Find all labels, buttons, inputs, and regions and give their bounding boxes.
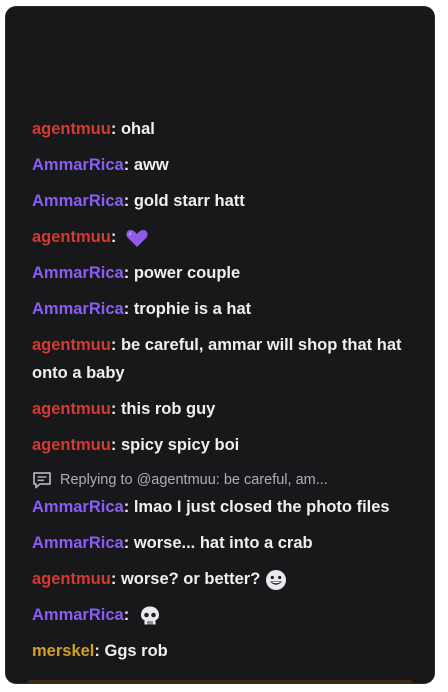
chat-message: AmmarRica: power couple [32, 259, 418, 287]
chat-username[interactable]: AmmarRica [32, 606, 124, 624]
chat-message-text: lmao I just closed the photo files [133, 498, 390, 516]
chat-bottom-divider [28, 680, 412, 683]
username-separator: : [110, 120, 121, 138]
username-separator: : [123, 498, 134, 516]
chat-username[interactable]: agentmuu [32, 228, 111, 246]
chat-username[interactable]: agentmuu [32, 120, 111, 138]
chat-message: merskel: Ggs rob [32, 637, 418, 665]
username-separator: : [123, 192, 134, 210]
chat-message-text: spicy spicy boi [120, 436, 240, 454]
chat-message-text: Ggs rob [104, 642, 168, 660]
chat-username[interactable]: agentmuu [32, 400, 111, 418]
reply-context[interactable]: Replying to @agentmuu: be careful, am... [32, 469, 418, 491]
chat-message: AmmarRica: trophie is a hat [32, 295, 418, 323]
username-separator: : [123, 264, 134, 282]
username-separator: : [110, 228, 121, 246]
chat-username[interactable]: agentmuu [32, 570, 111, 588]
chat-message: agentmuu: this rob guy [32, 395, 418, 423]
chat-username[interactable]: AmmarRica [32, 534, 124, 552]
chat-message-text: power couple [133, 264, 241, 282]
chat-message-text: trophie is a hat [133, 300, 252, 318]
chat-message: agentmuu: worse? or better? [32, 565, 418, 593]
chat-message: AmmarRica: worse... hat into a crab [32, 529, 418, 557]
chat-username[interactable]: agentmuu [32, 436, 111, 454]
username-separator: : [94, 642, 105, 660]
username-separator: : [110, 336, 121, 354]
reply-bubble-icon [33, 472, 51, 489]
chat-username[interactable]: merskel [32, 642, 94, 660]
username-separator: : [123, 156, 134, 174]
chat-username[interactable]: AmmarRica [32, 300, 124, 318]
chat-message: AmmarRica: aww [32, 151, 418, 179]
skull-face-icon [140, 606, 159, 625]
chat-username[interactable]: AmmarRica [32, 192, 124, 210]
chat-message: agentmuu: ohal [32, 115, 418, 143]
chat-message-list[interactable]: agentmuu: ohal AmmarRica: aww AmmarRica: g… [6, 108, 434, 673]
chat-username[interactable]: AmmarRica [32, 156, 124, 174]
chat-message-text: gold starr hatt [133, 192, 245, 210]
reply-context-text: Replying to @agentmuu: be careful, am... [60, 472, 328, 488]
chat-message: AmmarRica: [32, 601, 418, 629]
username-separator: : [110, 436, 121, 454]
username-separator: : [123, 300, 134, 318]
purple-heart-icon [126, 229, 148, 247]
chat-message-text: aww [133, 156, 169, 174]
chat-message: agentmuu: [32, 223, 418, 251]
username-separator: : [123, 534, 134, 552]
chat-message-text: worse? or better? [120, 570, 261, 588]
chat-username[interactable]: AmmarRica [32, 498, 124, 516]
chat-panel: agentmuu: ohal AmmarRica: aww AmmarRica: g… [6, 7, 434, 683]
chat-message: agentmuu: spicy spicy boi [32, 431, 418, 459]
chat-message: AmmarRica: gold starr hatt [32, 187, 418, 215]
chat-message: AmmarRica: lmao I just closed the photo … [32, 493, 418, 521]
chat-message: agentmuu: be careful, ammar will shop th… [32, 331, 418, 387]
chat-message-text: ohal [120, 120, 155, 138]
grinning-face-icon [266, 569, 287, 590]
chat-username[interactable]: AmmarRica [32, 264, 124, 282]
username-separator: : [123, 606, 134, 624]
username-separator: : [110, 400, 121, 418]
username-separator: : [110, 570, 121, 588]
chat-message-text: worse... hat into a crab [133, 534, 313, 552]
chat-username[interactable]: agentmuu [32, 336, 111, 354]
chat-message-text: this rob guy [120, 400, 216, 418]
